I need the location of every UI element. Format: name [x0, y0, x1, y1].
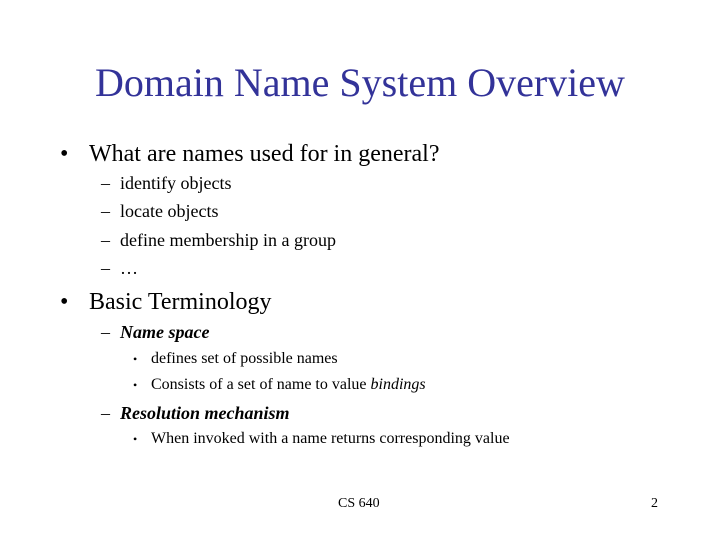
bullet-icon: • — [60, 141, 69, 167]
sub-item-text: … — [120, 258, 138, 278]
dash-icon: – — [101, 230, 110, 250]
term-name-space: Name space — [120, 322, 210, 342]
small-bullet-icon: • — [133, 378, 138, 392]
point-text: When invoked with a name returns corresp… — [151, 430, 510, 447]
slide-title: Domain Name System Overview — [95, 60, 625, 105]
small-bullet-icon: • — [133, 352, 138, 366]
sub-item-text: identify objects — [120, 173, 232, 193]
dash-icon: – — [101, 201, 110, 221]
bullet-icon: • — [60, 289, 69, 315]
term-resolution-mechanism: Resolution mechanism — [120, 403, 290, 423]
dash-icon: – — [101, 403, 110, 423]
dash-icon: – — [101, 258, 110, 278]
footer-page-number: 2 — [651, 496, 658, 511]
small-bullet-icon: • — [133, 432, 138, 446]
dash-icon: – — [101, 173, 110, 193]
footer-course: CS 640 — [338, 496, 380, 511]
point-text: Consists of a set of name to value — [151, 376, 371, 393]
bullet-text: What are names used for in general? — [89, 141, 440, 167]
emphasis-bindings: bindings — [370, 376, 426, 393]
sub-item-text: locate objects — [120, 201, 219, 221]
bullet-text: Basic Terminology — [89, 289, 272, 315]
point-text-with-emphasis: Consists of a set of name to value bindi… — [151, 375, 426, 395]
sub-item-text: define membership in a group — [120, 230, 336, 250]
dash-icon: – — [101, 322, 110, 342]
point-text: defines set of possible names — [151, 350, 338, 367]
